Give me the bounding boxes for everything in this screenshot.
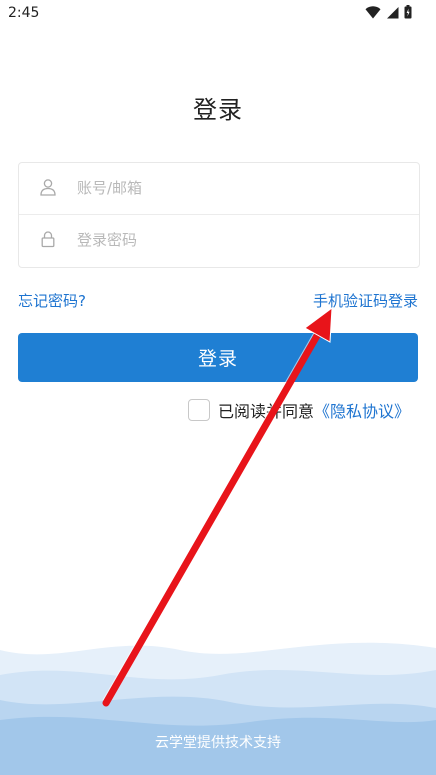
password-input[interactable] — [77, 225, 397, 255]
agreement-checkbox[interactable] — [188, 399, 210, 421]
status-time: 2:45 — [8, 5, 40, 21]
privacy-link[interactable]: 《隐私协议》 — [314, 398, 410, 422]
page-title: 登录 — [193, 96, 243, 124]
agreement-text: 已阅读并同意 — [218, 402, 315, 421]
login-button[interactable]: 登录 — [18, 333, 418, 382]
signal-icon — [387, 6, 399, 18]
status-icons — [365, 5, 412, 19]
forgot-password-link[interactable]: 忘记密码? — [18, 290, 86, 311]
username-input[interactable] — [77, 173, 397, 203]
sms-login-link[interactable]: 手机验证码登录 — [313, 290, 418, 311]
user-icon — [40, 179, 56, 196]
lock-icon — [41, 231, 55, 248]
login-form — [18, 162, 420, 268]
username-row — [19, 163, 419, 215]
battery-icon — [404, 5, 412, 19]
wifi-icon — [365, 5, 381, 18]
footer-credit: 云学堂提供技术支持 — [155, 735, 281, 751]
status-bar: 2:45 — [0, 0, 436, 26]
password-row — [19, 215, 419, 266]
agreement-row: 已阅读并同意 《隐私协议》 — [188, 398, 410, 422]
